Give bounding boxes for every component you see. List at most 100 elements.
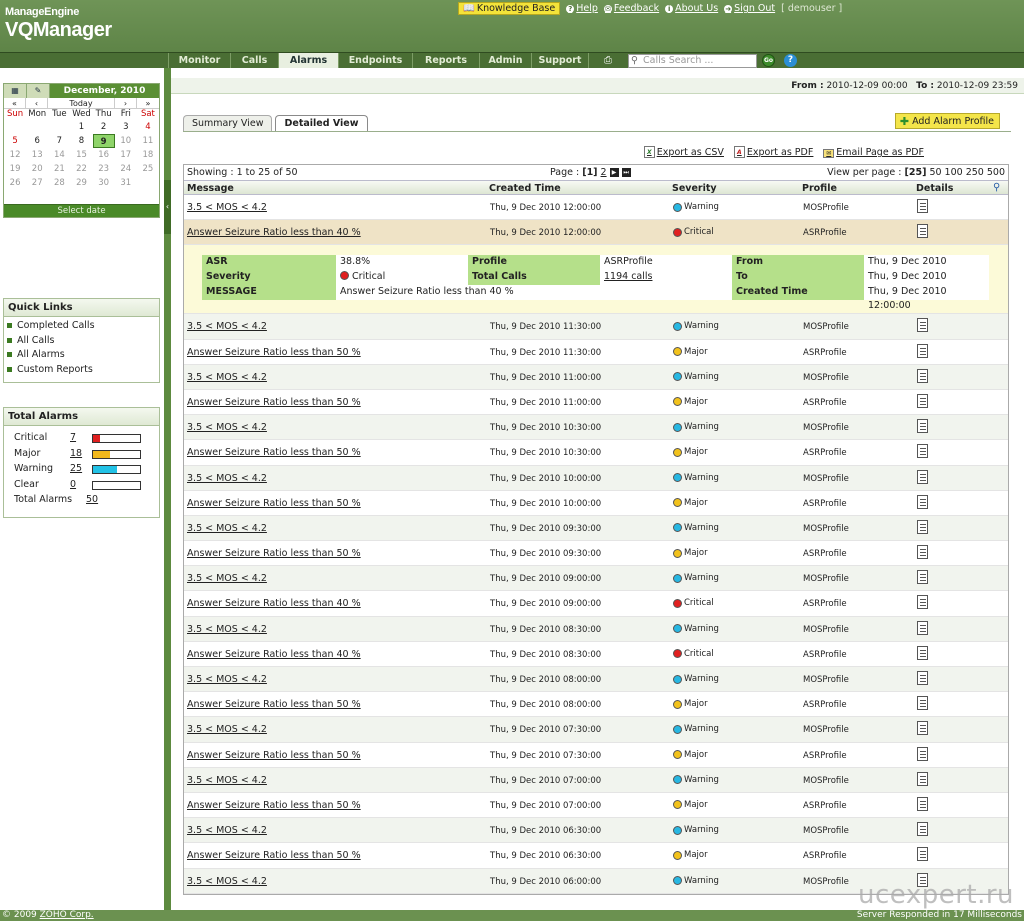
calendar-day[interactable]: 9 bbox=[92, 134, 115, 148]
table-row[interactable]: Answer Seizure Ratio less than 50 % Thu, … bbox=[184, 743, 1008, 768]
table-row[interactable]: 3.5 < MOS < 4.2 Thu, 9 Dec 2010 10:30:00 W… bbox=[184, 415, 1008, 441]
alarm-count-value[interactable]: 0 bbox=[70, 479, 76, 490]
details-document-icon[interactable] bbox=[917, 494, 928, 509]
col-profile[interactable]: Profile bbox=[802, 183, 837, 194]
calendar-day[interactable]: 12 bbox=[4, 148, 26, 162]
details-document-icon[interactable] bbox=[917, 419, 928, 434]
details-document-icon[interactable] bbox=[917, 570, 928, 585]
zoho-link[interactable]: ZOHO Corp. bbox=[40, 910, 94, 920]
calendar-day[interactable]: 5 bbox=[4, 134, 26, 148]
calendar-day[interactable]: 19 bbox=[4, 162, 26, 176]
logo[interactable]: ManageEngine VQManager bbox=[5, 6, 112, 42]
calendar-day[interactable]: 2 bbox=[93, 120, 115, 134]
table-row[interactable]: Answer Seizure Ratio less than 50 % Thu, … bbox=[184, 541, 1008, 567]
column-search-icon[interactable]: ⚲ bbox=[993, 182, 1000, 193]
table-row[interactable]: Answer Seizure Ratio less than 50 % Thu, … bbox=[184, 340, 1008, 365]
knowledge-base-link[interactable]: 📖 Knowledge Base bbox=[458, 2, 561, 15]
quick-link-all-alarms[interactable]: All Alarms bbox=[4, 348, 159, 363]
calendar-day[interactable]: 29 bbox=[70, 176, 92, 190]
calendar-day[interactable]: 4 bbox=[137, 120, 159, 134]
table-row[interactable]: Answer Seizure Ratio less than 50 % Thu, … bbox=[184, 692, 1008, 718]
select-date-button[interactable]: Select date bbox=[4, 204, 159, 217]
alarm-count-value[interactable]: 7 bbox=[70, 432, 76, 443]
calendar-day[interactable]: 14 bbox=[48, 148, 70, 162]
table-row[interactable]: Answer Seizure Ratio less than 50 % Thu, … bbox=[184, 491, 1008, 516]
details-document-icon[interactable] bbox=[917, 368, 928, 383]
prev-year-button[interactable]: « bbox=[4, 98, 26, 108]
calendar-day[interactable]: 7 bbox=[48, 134, 70, 148]
table-row[interactable]: 3.5 < MOS < 4.2 Thu, 9 Dec 2010 07:30:00 W… bbox=[184, 717, 1008, 743]
email-pdf-link[interactable]: ✉ Email Page as PDF bbox=[823, 146, 924, 158]
alarm-message-link[interactable]: 3.5 < MOS < 4.2 bbox=[187, 876, 267, 887]
detail-total-calls-value[interactable]: 1194 calls bbox=[600, 270, 732, 286]
table-row[interactable]: 3.5 < MOS < 4.2 Thu, 9 Dec 2010 09:00:00 W… bbox=[184, 566, 1008, 592]
page-2-link[interactable]: 2 bbox=[601, 167, 607, 178]
export-pdf-link[interactable]: A Export as PDF bbox=[733, 146, 813, 158]
calendar-edit-icon[interactable]: ✎ bbox=[27, 84, 50, 98]
quick-link-custom-reports[interactable]: Custom Reports bbox=[4, 363, 159, 378]
alarm-count-value[interactable]: 25 bbox=[70, 463, 82, 474]
calendar-icon[interactable]: ▦ bbox=[4, 84, 27, 98]
calendar-day[interactable]: 15 bbox=[70, 148, 92, 162]
view-per-page-options[interactable]: 50 100 250 500 bbox=[929, 167, 1005, 178]
details-document-icon[interactable] bbox=[917, 595, 928, 610]
details-document-icon[interactable] bbox=[917, 545, 928, 560]
table-row[interactable]: Answer Seizure Ratio less than 40 % Thu, … bbox=[184, 591, 1008, 617]
quick-link-all-calls[interactable]: All Calls bbox=[4, 334, 159, 349]
help-link[interactable]: ? Help bbox=[566, 3, 598, 14]
alarm-message-link[interactable]: Answer Seizure Ratio less than 50 % bbox=[187, 800, 361, 811]
calendar-day[interactable]: 25 bbox=[137, 162, 159, 176]
calendar-day[interactable]: 6 bbox=[26, 134, 48, 148]
calendar-day[interactable]: 31 bbox=[115, 176, 137, 190]
table-row[interactable]: Answer Seizure Ratio less than 40 % Thu, … bbox=[184, 642, 1008, 667]
calendar-day[interactable]: 26 bbox=[4, 176, 26, 190]
table-row[interactable]: 3.5 < MOS < 4.2 Thu, 9 Dec 2010 06:30:00 W… bbox=[184, 818, 1008, 844]
go-button[interactable]: Go bbox=[762, 54, 775, 67]
last-page-icon[interactable]: ⏭ bbox=[621, 168, 631, 177]
calls-search-input[interactable]: ⚲ Calls Search ... bbox=[628, 54, 757, 68]
alarm-message-link[interactable]: 3.5 < MOS < 4.2 bbox=[187, 775, 267, 786]
tab-summary-view[interactable]: Summary View bbox=[183, 115, 273, 132]
col-created-time[interactable]: Created Time bbox=[489, 183, 561, 194]
details-document-icon[interactable] bbox=[917, 847, 928, 862]
details-document-icon[interactable] bbox=[917, 318, 928, 333]
details-document-icon[interactable] bbox=[917, 771, 928, 786]
alarm-message-link[interactable]: 3.5 < MOS < 4.2 bbox=[187, 624, 267, 635]
details-document-icon[interactable] bbox=[917, 393, 928, 408]
calendar-day[interactable]: 10 bbox=[115, 134, 137, 148]
col-message[interactable]: Message bbox=[187, 183, 234, 194]
alarm-message-link[interactable]: 3.5 < MOS < 4.2 bbox=[187, 372, 267, 383]
alarm-message-link[interactable]: 3.5 < MOS < 4.2 bbox=[187, 724, 267, 735]
tab-endpoints[interactable]: Endpoints bbox=[338, 53, 412, 69]
calendar-day[interactable]: 11 bbox=[137, 134, 159, 148]
calendar-day[interactable]: 16 bbox=[93, 148, 115, 162]
table-row[interactable]: 3.5 < MOS < 4.2 Thu, 9 Dec 2010 09:30:00 W… bbox=[184, 515, 1008, 542]
alarm-message-link[interactable]: Answer Seizure Ratio less than 40 % bbox=[187, 649, 361, 660]
details-document-icon[interactable] bbox=[917, 469, 928, 484]
details-document-icon[interactable] bbox=[917, 696, 928, 711]
calendar-day[interactable]: 13 bbox=[26, 148, 48, 162]
calendar-day[interactable]: 21 bbox=[48, 162, 70, 176]
details-document-icon[interactable] bbox=[917, 519, 928, 534]
alarm-message-link[interactable]: 3.5 < MOS < 4.2 bbox=[187, 321, 267, 332]
calendar-day[interactable]: 8 bbox=[70, 134, 92, 148]
tab-reports[interactable]: Reports bbox=[412, 53, 479, 69]
tab-admin[interactable]: Admin bbox=[479, 53, 531, 69]
table-row[interactable]: 3.5 < MOS < 4.2 Thu, 9 Dec 2010 07:00:00 W… bbox=[184, 767, 1008, 793]
collapse-sidebar-handle[interactable]: ‹ bbox=[164, 180, 171, 234]
quick-link-completed-calls[interactable]: Completed Calls bbox=[4, 319, 159, 334]
alarm-message-link[interactable]: Answer Seizure Ratio less than 50 % bbox=[187, 699, 361, 710]
tab-alarms[interactable]: Alarms bbox=[278, 53, 338, 69]
alarm-message-link[interactable]: Answer Seizure Ratio less than 50 % bbox=[187, 447, 361, 458]
alarm-message-link[interactable]: Answer Seizure Ratio less than 50 % bbox=[187, 347, 361, 358]
calendar-day[interactable]: 28 bbox=[48, 176, 70, 190]
alarm-message-link[interactable]: 3.5 < MOS < 4.2 bbox=[187, 422, 267, 433]
alarm-message-link[interactable]: Answer Seizure Ratio less than 40 % bbox=[187, 598, 361, 609]
calendar-day[interactable]: 3 bbox=[115, 120, 137, 134]
next-month-button[interactable]: › bbox=[115, 98, 137, 108]
table-row[interactable]: 3.5 < MOS < 4.2 Thu, 9 Dec 2010 08:00:00 W… bbox=[184, 667, 1008, 693]
details-document-icon[interactable] bbox=[917, 224, 928, 239]
calendar-day[interactable]: 20 bbox=[26, 162, 48, 176]
alarm-message-link[interactable]: Answer Seizure Ratio less than 50 % bbox=[187, 750, 361, 761]
table-row[interactable]: 3.5 < MOS < 4.2 Thu, 9 Dec 2010 11:00:00 W… bbox=[184, 364, 1008, 390]
